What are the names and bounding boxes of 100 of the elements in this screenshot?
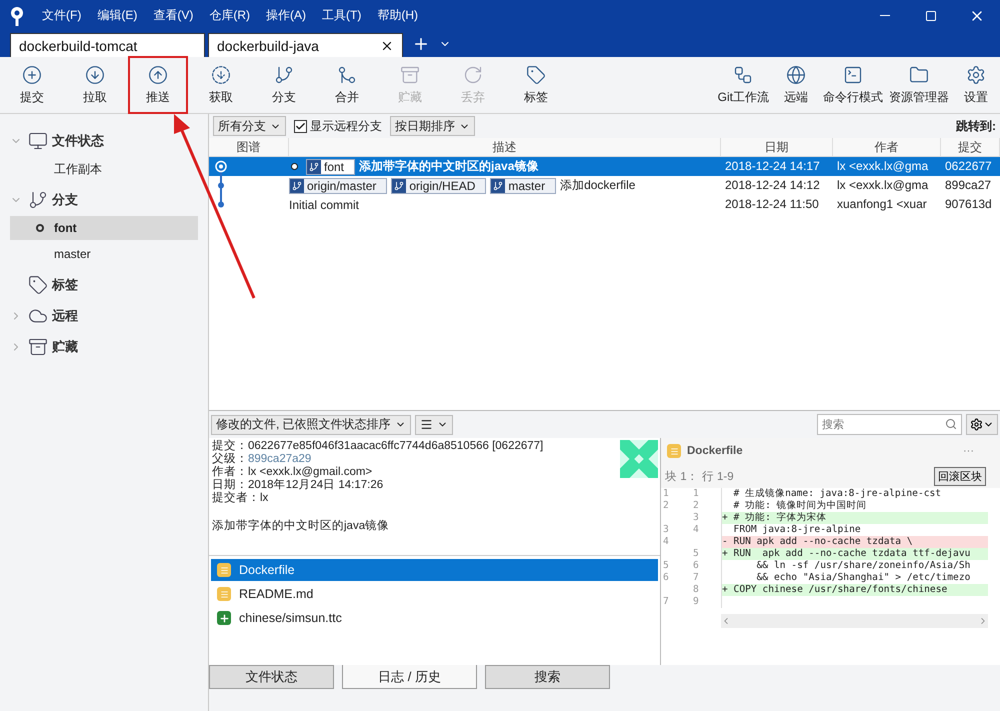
merge-icon — [337, 64, 357, 84]
date-cell-text: 2018-12-24 14:12 — [724, 177, 821, 194]
added-file-icon — [217, 611, 231, 625]
line-number: 3 — [692, 512, 700, 524]
commit-row[interactable]: Initial commit 2018-12-24 11:50 xuanfong1 <xuar 907613d — [209, 195, 1000, 214]
line-number: 8 — [692, 584, 700, 596]
menu-item[interactable]: 帮助(H) — [369, 7, 426, 24]
repo-tab[interactable]: dockerbuild-java — [208, 33, 403, 57]
column-header[interactable]: 日期 — [721, 138, 833, 157]
menu-item[interactable]: 文件(F) — [34, 7, 90, 24]
file-row[interactable]: chinese/simsun.ttc — [211, 607, 658, 629]
sidebar-item[interactable]: master — [10, 242, 198, 266]
commit-message: 添加dockerfile — [560, 177, 636, 194]
line-number: 6 — [662, 572, 670, 584]
hash-cell-text: 899ca27 — [944, 177, 992, 194]
menu-item[interactable]: 工具(T) — [314, 7, 370, 24]
toolbar-button[interactable]: 标签 — [508, 58, 564, 112]
line-number: 2 — [662, 500, 670, 512]
toolbar-button[interactable]: 远端 — [772, 58, 820, 112]
toolbar-button[interactable]: 资源管理器 — [886, 58, 952, 112]
file-sort-dropdown[interactable]: 修改的文件, 已依照文件状态排序 — [211, 414, 411, 434]
stash-icon — [400, 64, 420, 84]
search-field[interactable]: 搜索 — [817, 414, 962, 435]
file-row[interactable]: Dockerfile — [211, 559, 658, 581]
diff-file-name: Dockerfile — [687, 445, 743, 457]
line-number: 2 — [692, 500, 700, 512]
line-number: 1 — [662, 488, 670, 500]
plus-circle-icon — [22, 64, 42, 84]
author-cell-text: lx <exxk.lx@gma — [836, 158, 930, 175]
commit-row[interactable]: font 添加带字体的中文时区的java镜像 2018-12-24 14:17 lx <exxk.lx@gma 0622677 — [209, 157, 1000, 176]
jump-to-label: 跳转到: — [956, 118, 996, 134]
folder-icon — [909, 64, 929, 84]
sidebar-item[interactable]: font — [10, 216, 198, 240]
arrow-up-circle-icon — [148, 64, 168, 84]
terminal-icon — [843, 64, 863, 84]
modified-file-icon — [667, 444, 681, 458]
branch-label: origin/master — [289, 178, 388, 194]
sidebar-section[interactable]: 贮藏 — [52, 338, 78, 356]
branch-filter-dropdown[interactable]: 所有分支 — [213, 116, 286, 136]
toolbar-button[interactable]: 提交 — [4, 58, 60, 112]
settings-icon — [970, 418, 983, 431]
settings-dropdown[interactable] — [966, 414, 998, 435]
sidebar-section[interactable]: 文件状态 — [52, 132, 104, 150]
sidebar-section[interactable]: 分支 — [52, 191, 78, 209]
toolbar-button[interactable]: Git工作流 — [714, 58, 772, 112]
toolbar-button[interactable]: 分支 — [256, 58, 312, 112]
add-tab-icon[interactable] — [412, 35, 430, 53]
checkbox[interactable] — [294, 120, 307, 132]
toolbar-button[interactable]: 获取 — [193, 58, 249, 112]
commit-detail-line: 提交：0622677e85f046f31aacac6ffc7744d6a8510566 [0622677] — [212, 440, 544, 452]
view-tab[interactable]: 文件状态 — [209, 665, 334, 689]
branch-label: origin/HEAD — [391, 178, 486, 194]
sidebar-item[interactable]: 工作副本 — [10, 157, 198, 181]
search-icon — [945, 418, 957, 430]
file-row[interactable]: README.md — [211, 583, 658, 605]
head-marker-icon — [291, 163, 298, 170]
dashed-arrow-down-icon — [211, 64, 231, 84]
line-number: 5 — [692, 548, 700, 560]
column-header[interactable]: 提交 — [941, 138, 1000, 157]
tag-icon — [526, 64, 546, 84]
parent-link[interactable]: 899ca27a29 — [248, 453, 312, 465]
view-tab[interactable]: 搜索 — [485, 665, 610, 689]
sidebar-section[interactable]: 标签 — [52, 276, 78, 294]
commit-row[interactable]: origin/master origin/HEAD master 添加dockerfile 2018-12-24 14:12 lx <exxk.lx@gma 899ca27 — [209, 176, 1000, 195]
toolbar-button[interactable]: 命令行模式 — [820, 58, 886, 112]
branch-icon — [274, 64, 294, 84]
revert-hunk-button[interactable]: 回滚区块 — [934, 466, 986, 486]
commit-detail-line: 日期：2018年12月24日 14:17:26 — [212, 479, 384, 491]
globe-icon — [786, 64, 806, 84]
menu-item[interactable]: 操作(A) — [258, 7, 314, 24]
line-number: 3 — [662, 524, 670, 536]
line-number: 9 — [692, 596, 700, 608]
branch-label: font — [306, 158, 356, 174]
toolbar-button[interactable]: 合并 — [319, 58, 375, 112]
column-header[interactable]: 作者 — [833, 138, 941, 157]
sort-dropdown[interactable]: 按日期排序 — [390, 116, 475, 136]
line-number: 4 — [692, 524, 700, 536]
column-header[interactable]: 描述 — [289, 138, 721, 157]
toolbar-button[interactable]: 推送 — [130, 58, 186, 112]
checkbox-label: 显示远程分支 — [310, 118, 382, 134]
view-tab[interactable]: 日志 / 历史 — [342, 665, 477, 689]
discard-icon — [463, 64, 483, 84]
menu-item[interactable]: 编辑(E) — [89, 7, 146, 24]
flow-icon — [733, 64, 754, 84]
sidebar-section[interactable]: 远程 — [52, 307, 78, 325]
repo-tab[interactable]: dockerbuild-tomcat — [10, 33, 205, 57]
date-cell-text: 2018-12-24 11:50 — [724, 196, 820, 213]
hunk-label: 块 1： 行 1-9 — [665, 470, 734, 484]
horizontal-scrollbar[interactable] — [721, 614, 988, 628]
toolbar-button[interactable]: 拉取 — [67, 58, 123, 112]
view-mode-dropdown[interactable] — [414, 414, 453, 434]
date-cell-text: 2018-12-24 14:17 — [724, 158, 821, 175]
branch-icon — [28, 190, 48, 210]
column-header[interactable]: 图谱 — [209, 138, 289, 157]
commit-message: Initial commit — [289, 198, 360, 212]
toolbar-button[interactable]: 设置 — [952, 58, 1000, 112]
menu-item[interactable]: 查看(V) — [145, 7, 202, 24]
commit-message: 添加带字体的中文时区的java镜像 — [359, 158, 538, 175]
branch-icon — [290, 178, 304, 192]
menu-item[interactable]: 仓库(R) — [201, 7, 258, 24]
